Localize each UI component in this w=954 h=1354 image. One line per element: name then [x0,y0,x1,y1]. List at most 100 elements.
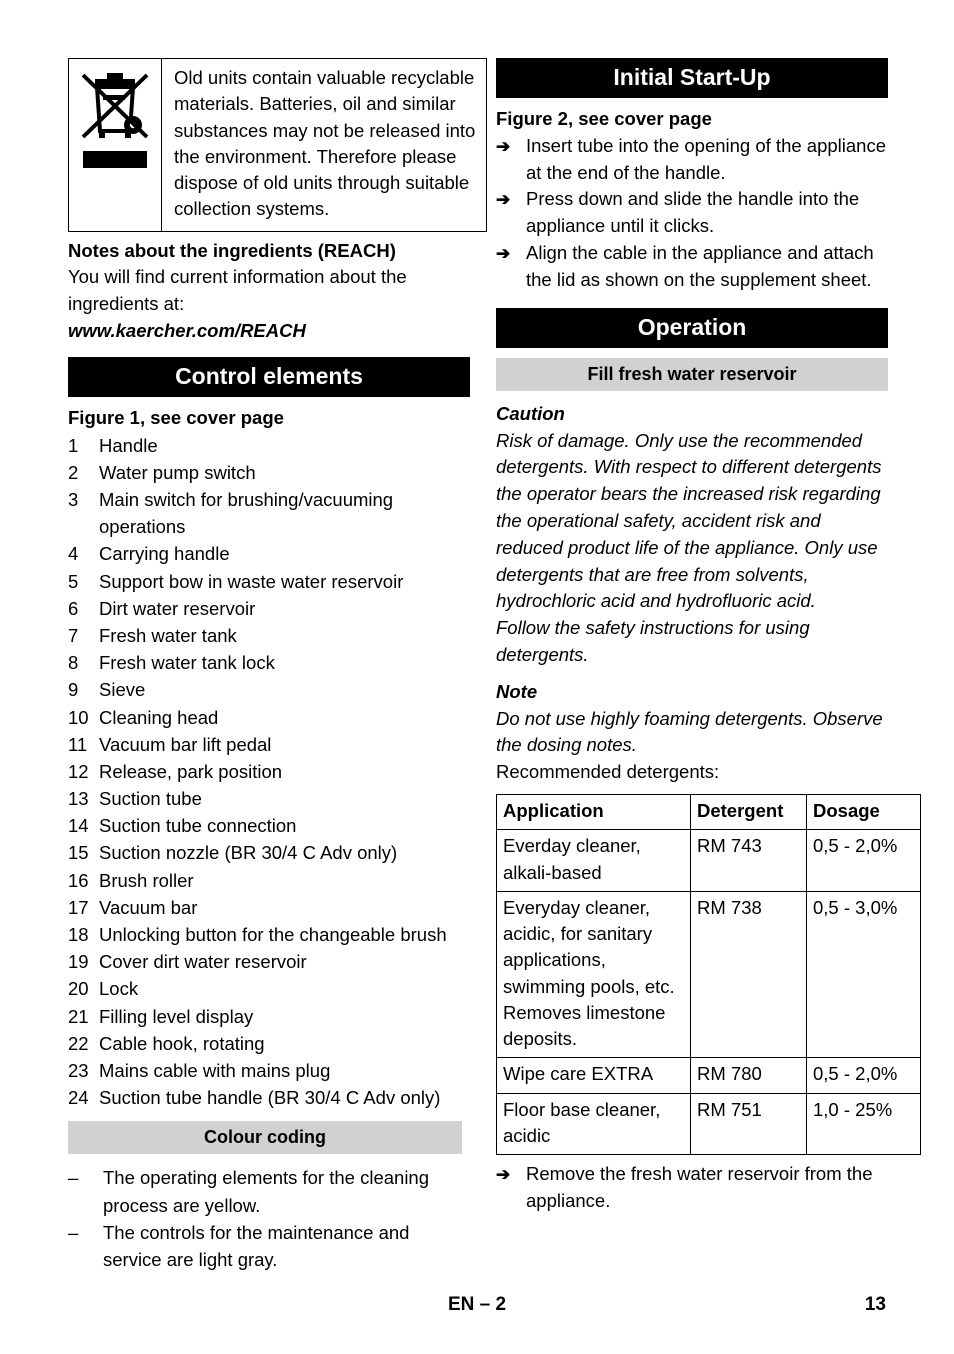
reach-url: www.kaercher.com/REACH [68,320,306,342]
initial-start-up-heading: Initial Start-Up [496,58,888,98]
arrow-bullet-icon: ➔ [496,244,511,264]
weee-notice-box: Old units contain valuable recyclable ma… [68,58,487,232]
item-number: 2 [68,461,79,483]
cell-application: Floor base cleaner, acidic [496,1092,691,1156]
item-label: Lock [99,978,139,1000]
item-label: Mains cable with mains plug [99,1059,331,1081]
item-number: 19 [68,951,89,973]
item-label: Suction tube handle (BR 30/4 C Adv only) [99,1087,441,1109]
list-item: 2 Water pump switch [68,459,460,486]
item-label: Sieve [99,679,146,701]
item-number: 23 [68,1059,89,1081]
post-table-steps: ➔ Remove the fresh water reservoir from … [496,1161,888,1215]
item-label: Suction nozzle (BR 30/4 C Adv only) [99,842,398,864]
item-number: 16 [68,869,89,891]
item-label: Cleaning head [99,706,219,728]
list-item: 5 Support bow in waste water reservoir [68,568,460,595]
item-label: Water pump switch [99,461,256,483]
list-item-text: Press down and slide the handle into the… [526,188,860,237]
item-number: 15 [68,842,89,864]
column-header-application: Application [496,794,691,831]
item-number: 24 [68,1087,89,1109]
document-page: Old units contain valuable recyclable ma… [0,0,954,1354]
arrow-bullet-icon: ➔ [496,136,511,156]
item-number: 1 [68,434,79,456]
figure-2-note: Figure 2, see cover page [496,108,712,129]
item-number: 9 [68,679,79,701]
arrow-bullet-icon: ➔ [496,1165,511,1185]
cell-detergent: RM 780 [690,1057,807,1094]
item-label: Handle [99,434,158,456]
list-item: 16 Brush roller [68,867,460,894]
item-number: 5 [68,570,79,592]
list-item: 15 Suction nozzle (BR 30/4 C Adv only) [68,839,460,866]
list-item: 9 Sieve [68,676,460,703]
table-row: Floor base cleaner, acidic RM 751 1,0 - … [496,1092,921,1156]
list-item: 14 Suction tube connection [68,812,460,839]
item-label: Filling level display [99,1005,254,1027]
list-item: 8 Fresh water tank lock [68,649,460,676]
list-item-text: Remove the fresh water reservoir from th… [526,1163,873,1212]
item-number: 17 [68,896,89,918]
column-header-dosage: Dosage [806,794,921,831]
list-item: 19 Cover dirt water reservoir [68,948,460,975]
cell-application: Wipe care EXTRA [496,1057,691,1094]
weee-crossed-out-wheelie-bin-icon [81,67,149,145]
list-item-text: The controls for the maintenance and ser… [103,1221,410,1270]
list-item: 6 Dirt water reservoir [68,595,460,622]
item-label: Cover dirt water reservoir [99,951,307,973]
reach-heading: Notes about the ingredients (REACH) [68,239,396,261]
item-label: Unlocking button for the changeable brus… [99,924,447,946]
list-item-text: The operating elements for the cleaning … [103,1167,430,1216]
list-item: 22 Cable hook, rotating [68,1030,460,1057]
fill-fresh-water-reservoir-heading: Fill fresh water reservoir [496,357,888,391]
left-column: Old units contain valuable recyclable ma… [68,58,487,1273]
item-label: Support bow in waste water reservoir [99,570,404,592]
arrow-bullet-icon: ➔ [496,190,511,210]
item-number: 6 [68,597,79,619]
item-label: Vacuum bar lift pedal [99,733,272,755]
item-label: Release, park position [99,760,283,782]
item-number: 3 [68,489,79,511]
list-item: 17 Vacuum bar [68,894,460,921]
list-item: 1 Handle [68,432,460,459]
table-row: Wipe care EXTRA RM 780 0,5 - 2,0% [496,1057,921,1094]
list-item: 10 Cleaning head [68,704,460,731]
list-item: 11 Vacuum bar lift pedal [68,731,460,758]
item-label: Carrying handle [99,543,230,565]
weee-notice-text: Old units contain valuable recyclable ma… [174,67,476,220]
item-label: Fresh water tank lock [99,652,275,674]
cell-dosage: 0,5 - 3,0% [806,890,921,1059]
list-item: 18 Unlocking button for the changeable br… [68,921,460,948]
column-header-detergent: Detergent [690,794,807,831]
caution-body-secondary: Follow the safety instructions for using… [496,617,810,665]
item-label: Fresh water tank [99,624,237,646]
detergent-table: Application Detergent Dosage Everday cle… [496,794,921,1156]
list-item: – The controls for the maintenance and s… [68,1219,460,1273]
page-footer: EN – 2 13 [68,1294,886,1324]
caution-label: Caution [496,402,565,424]
item-number: 8 [68,652,79,674]
figure-1-note: Figure 1, see cover page [68,406,284,428]
list-item: 4 Carrying handle [68,540,460,567]
weee-icon-cell [69,59,162,231]
item-number: 7 [68,624,79,646]
list-item: 3 Main switch for brushing/vacuuming oper… [68,486,460,540]
item-number: 4 [68,543,79,565]
list-item: ➔ Press down and slide the handle into t… [496,186,888,240]
item-number: 13 [68,788,89,810]
cell-detergent: RM 751 [690,1092,807,1156]
cell-dosage: 1,0 - 25% [806,1092,921,1156]
caution-body-primary: Risk of damage. Only use the recommended… [496,429,882,612]
list-item: 13 Suction tube [68,785,460,812]
list-item: ➔ Align the cable in the appliance and a… [496,240,888,294]
cell-dosage: 0,5 - 2,0% [806,829,921,892]
item-number: 21 [68,1005,89,1027]
right-column: Initial Start-Up Figure 2, see cover pag… [496,58,921,1215]
item-number: 22 [68,1032,89,1054]
note-body: Do not use highly foaming detergents. Ob… [496,707,883,756]
list-item: 21 Filling level display [68,1003,460,1030]
item-label: Suction tube connection [99,815,297,837]
item-label: Suction tube [99,788,202,810]
page-number: 13 [864,1294,886,1315]
